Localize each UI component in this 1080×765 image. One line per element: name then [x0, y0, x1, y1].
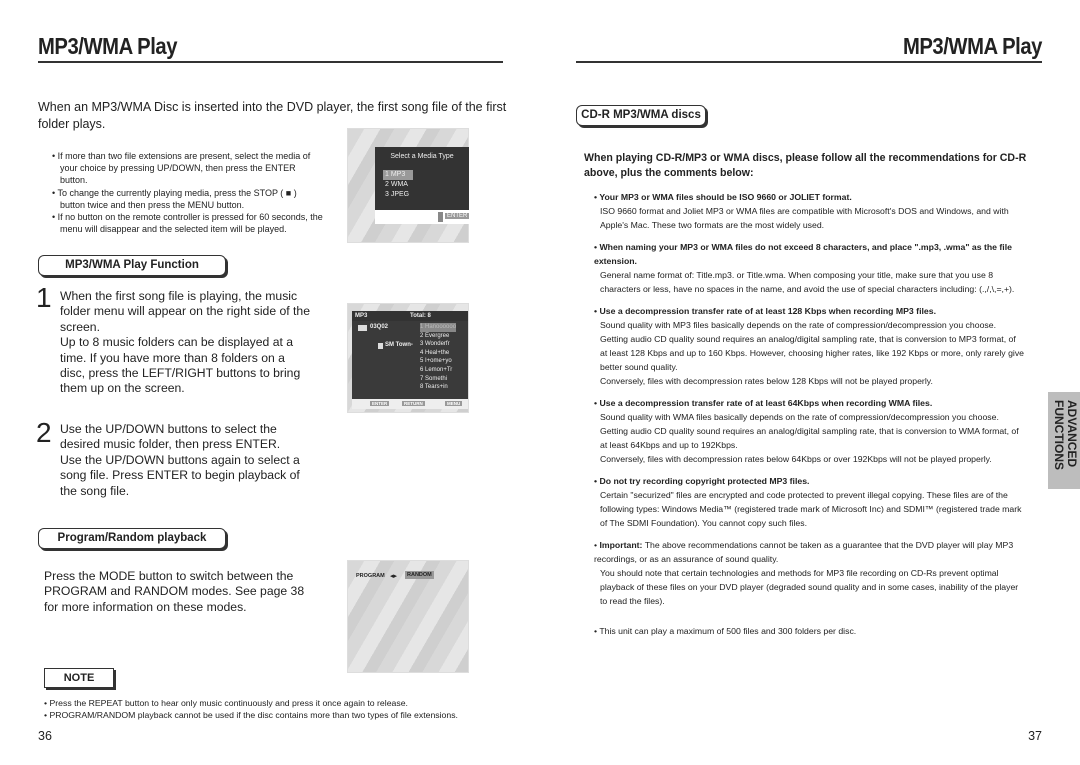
media-bullets: • If more than two file extensions are p… [52, 150, 324, 235]
title-rule [38, 61, 503, 63]
note-label: NOTE [44, 668, 114, 688]
step-1-text: When the first song file is playing, the… [60, 289, 310, 396]
random-label: RANDOM [405, 571, 434, 579]
file-item[interactable]: 6 Lemon+Tr [420, 366, 456, 375]
program-text: Press the MODE button to switch between … [44, 569, 305, 614]
total-count: Total: 8 [410, 313, 431, 319]
file-item[interactable]: 8 Tears+in [420, 383, 456, 392]
screenshot-folder-menu: MP3 Total: 8 03Q02 SM Town- 1 Hanoooooo … [347, 303, 469, 413]
option-wma: 2 WMA [385, 181, 408, 188]
mode-label: MP3 [355, 313, 368, 319]
file-item[interactable]: 4 Heal+the [420, 349, 456, 358]
rec-item: • Use a decompression transfer rate of a… [594, 306, 1025, 386]
step-number: 2 [36, 417, 52, 448]
page-title-right: MP3/WMA Play [902, 33, 1042, 59]
page-number-right: 37 [1028, 729, 1042, 743]
bullet: • If no button on the remote controller … [52, 212, 323, 235]
file-item[interactable]: 2 Evergree [420, 332, 456, 341]
note-item: • Press the REPEAT button to hear only m… [44, 698, 408, 708]
section-header-program-random: Program/Random playback [38, 528, 226, 549]
left-right-arrows-icon: ◂▸ [390, 573, 398, 580]
title-rule [576, 61, 1042, 63]
step-number: 1 [36, 282, 52, 313]
folder-icon [358, 325, 367, 331]
recommendations: • Your MP3 or WMA files should be ISO 96… [594, 190, 1024, 638]
folder-name[interactable]: 03Q02 [370, 324, 388, 330]
tab-label: ADVANCED [1065, 400, 1079, 468]
bullet: • To change the currently playing media,… [52, 187, 297, 210]
return-button: RETURN [402, 401, 425, 406]
subfolder-name[interactable]: SM Town- [385, 342, 413, 348]
option-mp3: 1 MP3 [383, 170, 413, 180]
section-header-cdr: CD-R MP3/WMA discs [576, 105, 706, 126]
enter-button: ENTER [370, 401, 390, 406]
enter-label: ENTER [445, 213, 470, 219]
screenshot-media-type: Select a Media Type 1 MP3 2 WMA 3 JPEG E… [347, 128, 470, 243]
rec-item: • Do not try recording copyright protect… [594, 476, 1022, 528]
page-title-left: MP3/WMA Play [38, 33, 178, 59]
important-item: • Important: The above recommendations c… [594, 540, 1019, 606]
file-item[interactable]: 7 Somethi [420, 375, 456, 384]
media-type-menu: Select a Media Type 1 MP3 2 WMA 3 JPEG [375, 147, 469, 210]
folder-menu: MP3 Total: 8 03Q02 SM Town- 1 Hanoooooo … [352, 311, 468, 409]
note-item: • PROGRAM/RANDOM playback cannot be used… [44, 710, 458, 721]
advanced-functions-tab: ADVANCED FUNCTIONS [1048, 392, 1080, 489]
page-number-left: 36 [38, 729, 52, 743]
file-icon [378, 343, 383, 349]
rec-item: • Use a decompression transfer rate of a… [594, 398, 1019, 464]
lead-text: When playing CD-R/MP3 or WMA discs, plea… [584, 152, 1027, 179]
menu-button: MENU [445, 401, 463, 406]
section-header-play-function: MP3/WMA Play Function [38, 255, 226, 276]
notes: • Press the REPEAT button to hear only m… [44, 697, 524, 721]
file-item[interactable]: 1 Hanoooooo [420, 323, 457, 332]
file-item[interactable]: 5 I+ome+yo [420, 357, 456, 366]
menu-title: Select a Media Type [390, 153, 454, 160]
option-jpeg: 3 JPEG [385, 191, 410, 198]
updown-icon [438, 212, 443, 222]
tab-label: FUNCTIONS [1052, 400, 1066, 470]
bullet: • If more than two file extensions are p… [52, 151, 311, 186]
rec-item: • When naming your MP3 or WMA files do n… [594, 242, 1015, 294]
screenshot-program-random: PROGRAM ◂▸ RANDOM [347, 560, 469, 673]
step-2-text: Use the UP/DOWN buttons to select the de… [60, 422, 300, 498]
max-files-note: • This unit can play a maximum of 500 fi… [594, 626, 857, 636]
program-label: PROGRAM [356, 573, 385, 579]
rec-item: • Your MP3 or WMA files should be ISO 96… [594, 192, 1009, 230]
file-item[interactable]: 3 Wonderfr [420, 340, 456, 349]
